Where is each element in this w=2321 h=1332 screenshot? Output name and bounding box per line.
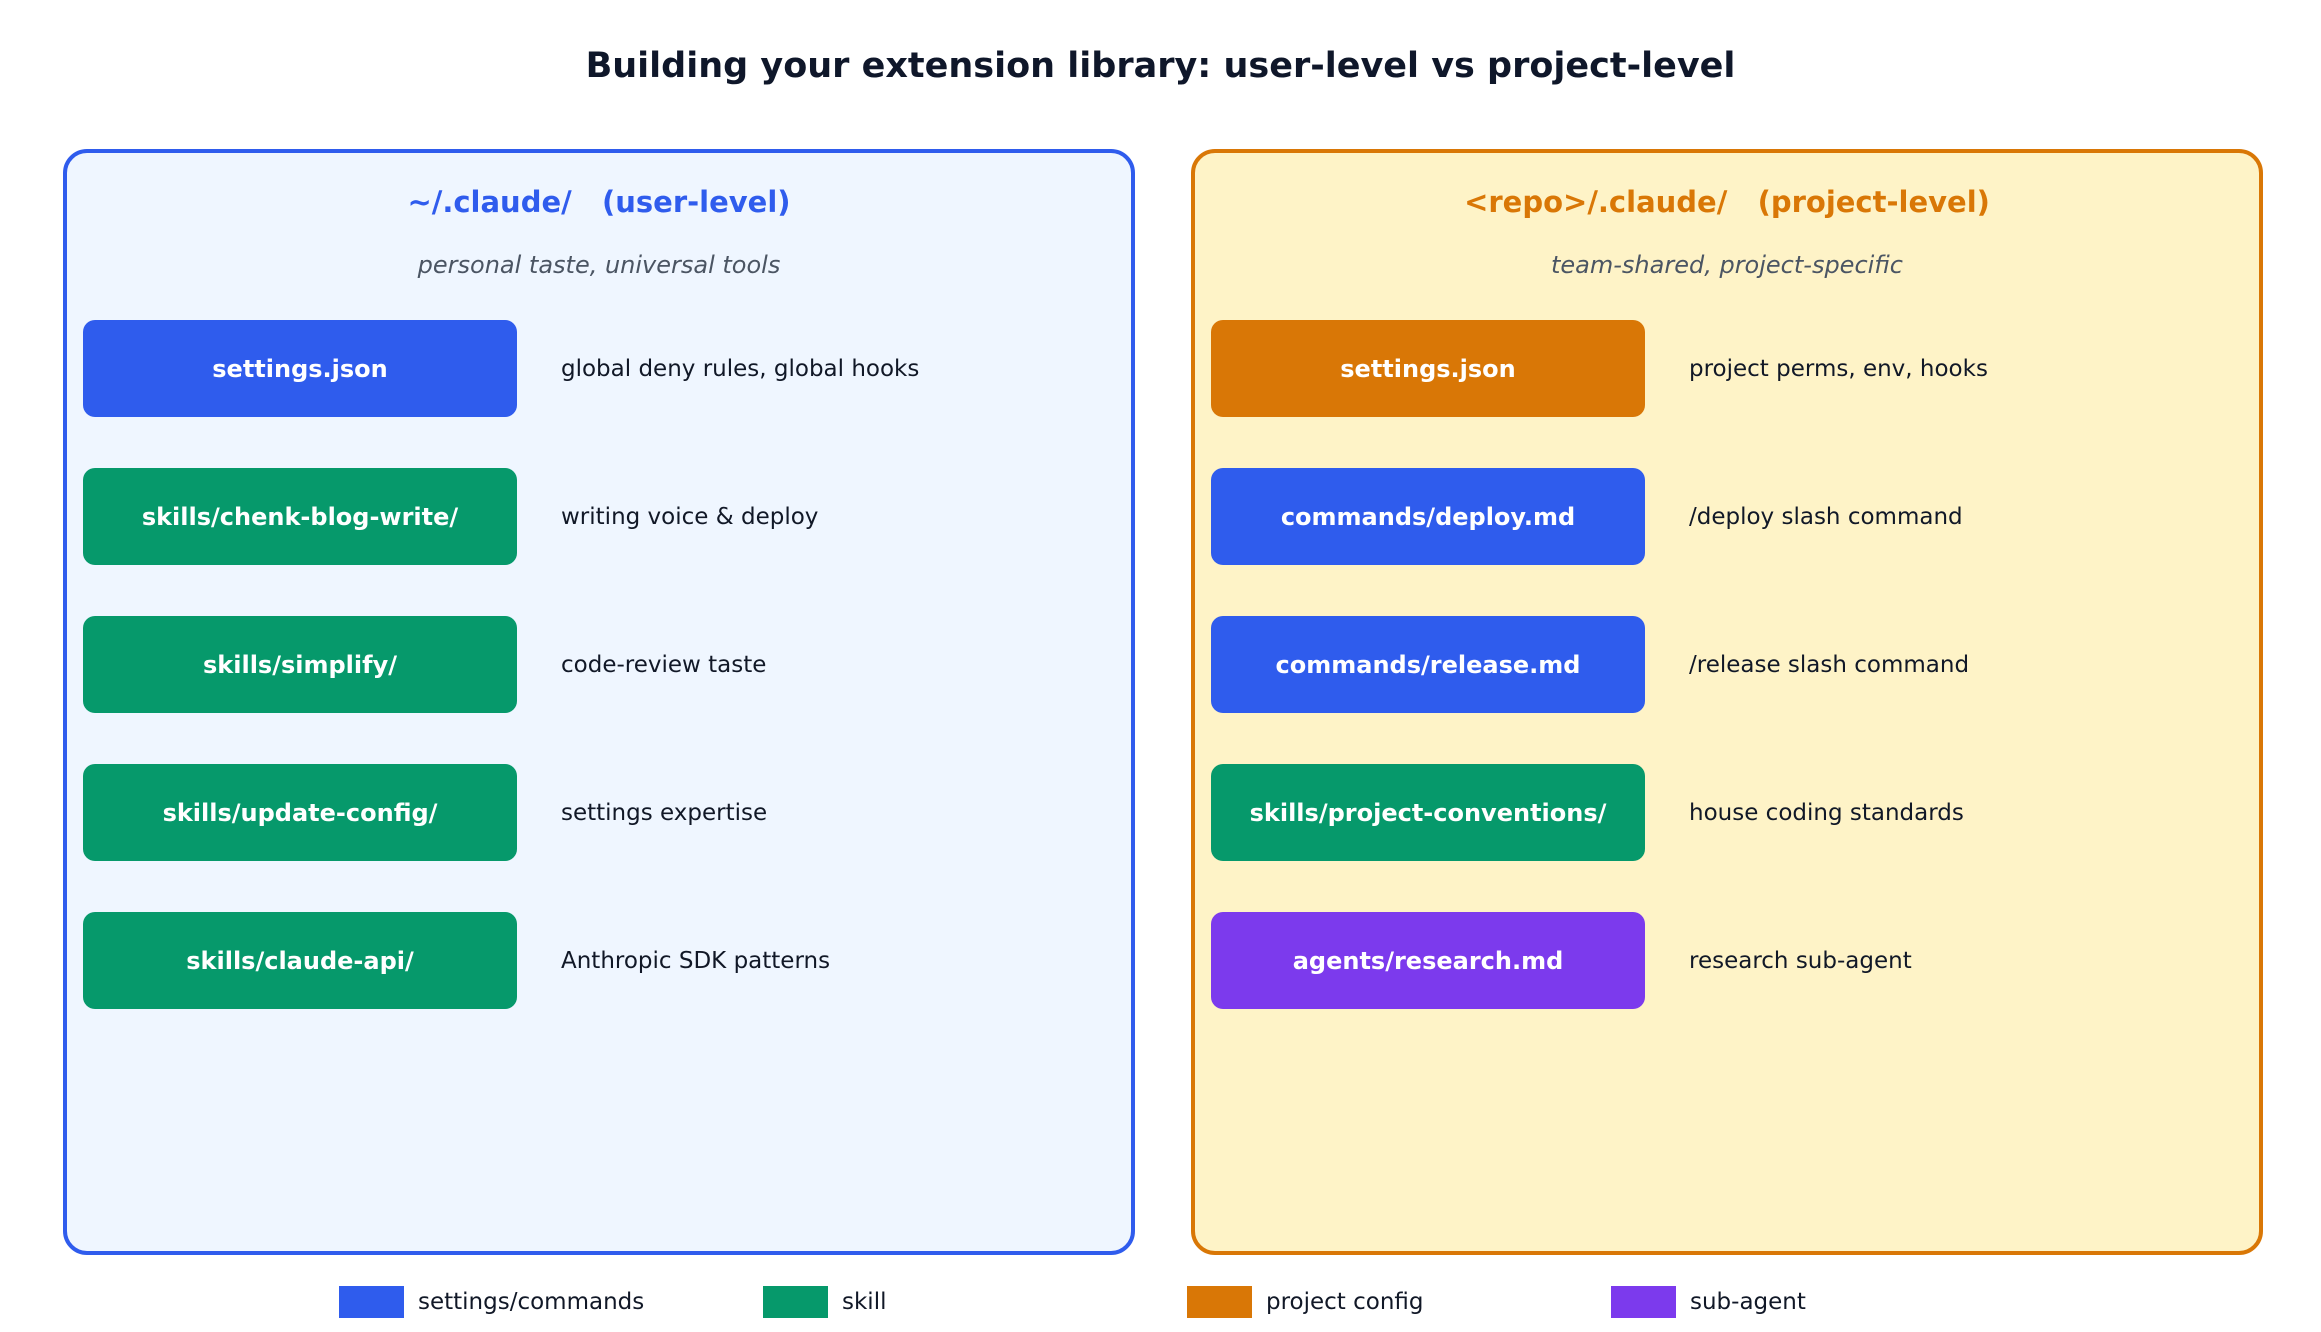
user-item-row: skills/simplify/ code-review taste — [83, 616, 1113, 714]
project-item-description: project perms, env, hooks — [1689, 355, 1988, 382]
legend-swatch — [763, 1286, 828, 1318]
user-item-update-config[interactable]: skills/update-config/ — [83, 764, 517, 861]
legend-item-sub-agent: sub-agent — [1611, 1286, 1806, 1318]
user-item-description: Anthropic SDK patterns — [561, 947, 831, 974]
user-level-panel: ~/.claude/ (user-level) personal taste, … — [63, 149, 1135, 1255]
project-item-description: /deploy slash command — [1689, 503, 1963, 530]
project-item-row: agents/research.md research sub-agent — [1211, 912, 2241, 1010]
project-item-settings-json[interactable]: settings.json — [1211, 320, 1645, 417]
project-item-description: research sub-agent — [1689, 947, 1912, 974]
user-item-row: skills/claude-api/ Anthropic SDK pattern… — [83, 912, 1113, 1010]
project-level-panel: <repo>/.claude/ (project-level) team-sha… — [1191, 149, 2263, 1255]
project-item-research-agent[interactable]: agents/research.md — [1211, 912, 1645, 1009]
project-panel-subtitle: team-shared, project-specific — [1550, 251, 1904, 279]
legend-item-project-config: project config — [1187, 1286, 1424, 1318]
project-item-deploy-command[interactable]: commands/deploy.md — [1211, 468, 1645, 565]
legend-swatch — [1611, 1286, 1676, 1318]
legend-label: settings/commands — [418, 1289, 645, 1315]
project-item-row: commands/deploy.md /deploy slash command — [1211, 468, 2241, 566]
user-item-simplify[interactable]: skills/simplify/ — [83, 616, 517, 713]
user-item-row: settings.json global deny rules, global … — [83, 320, 1113, 418]
user-item-row: skills/chenk-blog-write/ writing voice &… — [83, 468, 1113, 566]
user-item-description: writing voice & deploy — [561, 503, 819, 530]
user-item-settings-json[interactable]: settings.json — [83, 320, 517, 417]
user-item-description: settings expertise — [561, 799, 768, 826]
project-item-description: /release slash command — [1689, 651, 1970, 678]
project-item-row: skills/project-conventions/ house coding… — [1211, 764, 2241, 862]
legend-label: project config — [1266, 1289, 1424, 1315]
user-item-chenk-blog-write[interactable]: skills/chenk-blog-write/ — [83, 468, 517, 565]
project-item-release-command[interactable]: commands/release.md — [1211, 616, 1645, 713]
legend-item-skill: skill — [763, 1286, 886, 1318]
legend-item-settings-commands: settings/commands — [339, 1286, 644, 1318]
project-item-row: commands/release.md /release slash comma… — [1211, 616, 2241, 714]
legend-swatch — [1187, 1286, 1252, 1318]
user-item-description: global deny rules, global hooks — [561, 355, 920, 382]
user-item-row: skills/update-config/ settings expertise — [83, 764, 1113, 862]
project-item-description: house coding standards — [1689, 799, 1964, 826]
project-panel-heading: <repo>/.claude/ (project-level) — [1464, 185, 1990, 219]
legend-swatch — [339, 1286, 404, 1318]
legend-label: sub-agent — [1690, 1289, 1806, 1315]
user-panel-subtitle: personal taste, universal tools — [417, 251, 781, 279]
project-item-project-conventions[interactable]: skills/project-conventions/ — [1211, 764, 1645, 861]
legend-label: skill — [842, 1289, 887, 1315]
user-panel-heading: ~/.claude/ (user-level) — [407, 185, 791, 219]
user-item-description: code-review taste — [561, 651, 767, 678]
project-item-row: settings.json project perms, env, hooks — [1211, 320, 2241, 418]
diagram-title: Building your extension library: user-le… — [585, 46, 1736, 86]
user-item-claude-api[interactable]: skills/claude-api/ — [83, 912, 517, 1009]
